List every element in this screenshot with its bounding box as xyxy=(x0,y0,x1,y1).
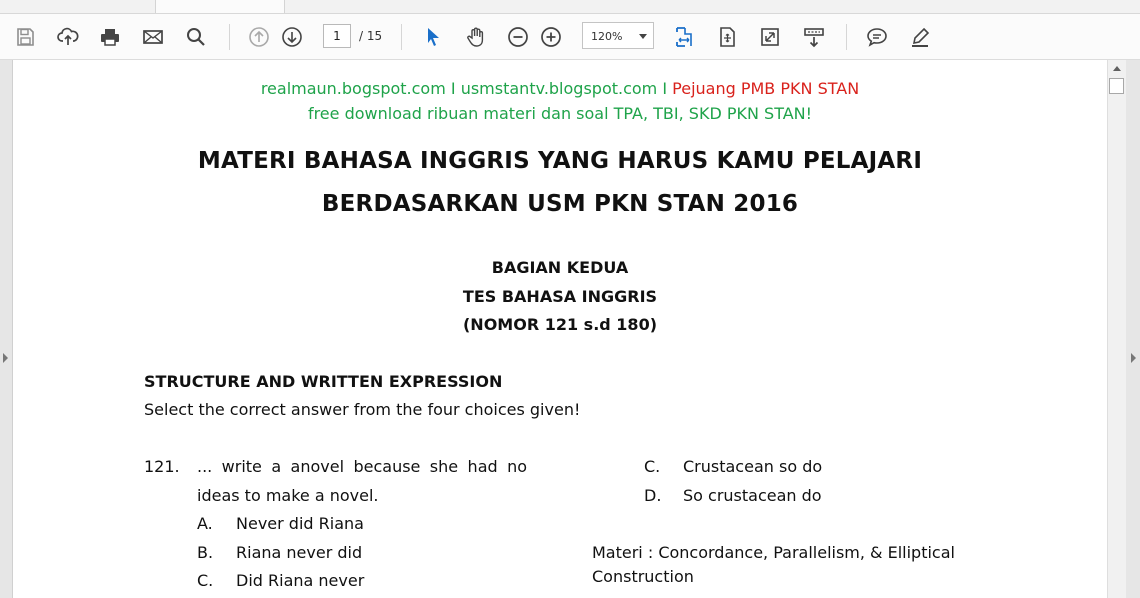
option-text: Never did Riana xyxy=(236,514,364,533)
zoom-value: 120% xyxy=(591,30,623,43)
highlight-icon[interactable] xyxy=(907,24,933,50)
document-title-line-2: BERDASARKAN USM PKN STAN 2016 xyxy=(321,191,799,217)
toolbar-separator xyxy=(401,24,402,50)
option-text: Crustacean so do xyxy=(683,457,823,476)
page-number-input[interactable] xyxy=(323,24,351,48)
left-panel-toggle-icon[interactable] xyxy=(3,353,8,363)
option-letter: C. xyxy=(197,571,214,590)
header-red-text: Pejuang PMB PKN STAN xyxy=(672,79,860,98)
section-label: BAGIAN KEDUA xyxy=(491,258,629,277)
instruction-text: Select the correct answer from the four … xyxy=(144,400,581,419)
scrollbar-thumb[interactable] xyxy=(1109,78,1124,94)
section-range: (NOMOR 121 s.d 180) xyxy=(462,315,658,334)
read-mode-icon[interactable] xyxy=(801,24,827,50)
right-panel-toggle-icon[interactable] xyxy=(1131,353,1136,363)
header-links: realmaun.bogspot.com I usmstantv.blogspo… xyxy=(260,79,668,98)
vertical-scrollbar[interactable] xyxy=(1107,60,1126,598)
email-icon[interactable] xyxy=(140,24,166,50)
option-text: So crustacean do xyxy=(683,486,822,505)
question-number: 121. xyxy=(144,457,180,476)
zoom-out-icon[interactable] xyxy=(505,24,531,50)
toolbar-separator xyxy=(229,24,230,50)
scroll-up-icon[interactable] xyxy=(1113,66,1121,71)
section-title: TES BAHASA INGGRIS xyxy=(462,287,658,306)
option-letter: B. xyxy=(197,543,214,562)
toolbar: / 15 120% xyxy=(0,14,1140,60)
option-letter: A. xyxy=(197,514,213,533)
zoom-in-icon[interactable] xyxy=(538,24,564,50)
select-cursor-icon[interactable] xyxy=(420,24,446,50)
search-icon[interactable] xyxy=(183,24,209,50)
option-letter: D. xyxy=(644,486,662,505)
option-text: Did Riana never xyxy=(236,571,365,590)
materi-line-2: Construction xyxy=(592,567,694,586)
option-text: Riana never did xyxy=(236,543,363,562)
print-icon[interactable] xyxy=(97,24,123,50)
comment-icon[interactable] xyxy=(864,24,890,50)
header-line-1: realmaun.bogspot.com I usmstantv.blogspo… xyxy=(0,79,1120,98)
materi-line-1: Materi : Concordance, Parallelism, & Ell… xyxy=(592,543,955,562)
previous-page-icon[interactable] xyxy=(246,24,272,50)
document-title-line-1: MATERI BAHASA INGGRIS YANG HARUS KAMU PE… xyxy=(197,148,923,174)
page-total: / 15 xyxy=(359,29,383,43)
tab-strip xyxy=(0,0,1140,14)
document-tab[interactable] xyxy=(155,0,285,13)
fit-page-icon[interactable] xyxy=(714,24,740,50)
save-icon[interactable] xyxy=(12,24,38,50)
question-text-line-1: ... write a anovel because she had no xyxy=(197,457,527,476)
option-letter: C. xyxy=(644,457,661,476)
fit-width-icon[interactable] xyxy=(671,24,697,50)
instruction-heading: STRUCTURE AND WRITTEN EXPRESSION xyxy=(144,372,503,391)
chevron-down-icon xyxy=(639,34,647,39)
header-line-2: free download ribuan materi dan soal TPA… xyxy=(307,104,813,123)
hand-icon[interactable] xyxy=(463,24,489,50)
zoom-select[interactable]: 120% xyxy=(582,22,654,49)
upload-icon[interactable] xyxy=(55,24,81,50)
next-page-icon[interactable] xyxy=(279,24,305,50)
question-text-line-2: ideas to make a novel. xyxy=(197,486,379,505)
toolbar-separator xyxy=(846,24,847,50)
full-screen-icon[interactable] xyxy=(757,24,783,50)
